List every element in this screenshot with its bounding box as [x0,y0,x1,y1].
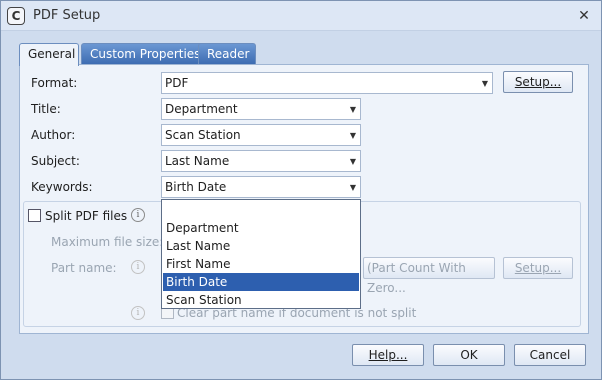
split-pdf-checkbox[interactable] [28,209,41,222]
chevron-down-icon: ▼ [349,131,356,140]
title-select[interactable]: Department ▼ [161,98,361,120]
title-label: Title: [31,102,61,116]
dropdown-item-scan-station[interactable]: Scan Station [163,291,359,309]
dropdown-item-department[interactable]: Department [163,219,359,237]
keywords-label: Keywords: [31,180,93,194]
title-value: Department [165,102,238,116]
ok-button[interactable]: OK [433,344,505,366]
author-label: Author: [31,128,76,142]
author-value: Scan Station [165,128,241,142]
cancel-button[interactable]: Cancel [514,344,586,366]
max-file-size-label: Maximum file size: [51,235,164,249]
dropdown-item-first-name[interactable]: First Name [163,255,359,273]
dropdown-item-last-name[interactable]: Last Name [163,237,359,255]
dropdown-item-birth-date[interactable]: Birth Date [163,273,359,291]
part-setup-label: Setup... [514,261,562,275]
setup-button-label: Setup... [514,75,562,89]
dropdown-item-empty[interactable] [163,201,359,219]
subject-label: Subject: [31,154,80,168]
subject-value: Last Name [165,154,230,168]
app-logo-icon: C [7,7,25,25]
split-pdf-label: Split PDF files [45,209,128,223]
setup-button[interactable]: Setup... [503,71,573,93]
close-icon[interactable]: ✕ [575,7,593,25]
chevron-down-icon: ▼ [349,183,356,192]
chevron-down-icon: ▼ [481,79,488,88]
format-select[interactable]: PDF ▼ [161,72,493,94]
help-button-label: Help... [368,348,408,362]
tab-custom-properties[interactable]: Custom Properties [81,43,215,65]
info-icon: i [131,306,145,320]
format-value: PDF [165,76,189,90]
window-title: PDF Setup [33,8,101,23]
part-setup-button: Setup... [503,257,573,279]
author-select[interactable]: Scan Station ▼ [161,124,361,146]
tab-reader[interactable]: Reader [198,43,256,65]
chevron-down-icon: ▼ [349,105,356,114]
tab-general[interactable]: General [19,43,79,66]
format-label: Format: [31,76,78,90]
part-name-label: Part name: [51,261,117,275]
chevron-down-icon: ▼ [349,157,356,166]
info-icon[interactable]: i [131,208,145,222]
subject-select[interactable]: Last Name ▼ [161,150,361,172]
help-button[interactable]: Help... [352,344,424,366]
keywords-dropdown-list: Department Last Name First Name Birth Da… [161,199,361,309]
part-name-button: (Part Count With Zero... [363,257,495,295]
info-icon: i [131,260,145,274]
title-bar: C PDF Setup ✕ [1,1,601,31]
pdf-setup-dialog: C PDF Setup ✕ General Custom Properties … [0,0,602,380]
keywords-select[interactable]: Birth Date ▼ [161,176,361,198]
keywords-value: Birth Date [165,180,227,194]
